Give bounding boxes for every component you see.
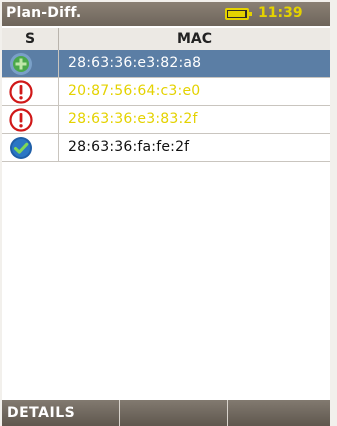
status-cell xyxy=(2,50,59,77)
softkey-3[interactable] xyxy=(228,400,330,426)
mac-address: 20:87:56:64:c3:e0 xyxy=(68,83,201,99)
plus-circle-icon xyxy=(10,53,32,75)
clock: 11:39 xyxy=(258,5,303,21)
softkey-2[interactable] xyxy=(120,400,228,426)
device-screen: Plan-Diff. 11:39 S MAC 28:63:36:e3:82:a8 xyxy=(2,2,330,426)
table-row[interactable]: 28:63:36:e3:83:2f xyxy=(2,106,330,134)
status-cell xyxy=(2,106,59,133)
details-softkey[interactable]: DETAILS xyxy=(2,400,120,426)
table-row[interactable]: 20:87:56:64:c3:e0 xyxy=(2,78,330,106)
mac-list: 28:63:36:e3:82:a8 20:87:56:64:c3:e0 28:6… xyxy=(2,50,330,162)
screen-title: Plan-Diff. xyxy=(6,5,82,21)
table-header: S MAC xyxy=(2,28,330,51)
mac-address: 28:63:36:e3:83:2f xyxy=(68,111,198,127)
status-cell xyxy=(2,78,59,105)
table-row[interactable]: 28:63:36:e3:82:a8 xyxy=(2,50,330,78)
status-cell xyxy=(2,134,59,161)
table-row[interactable]: 28:63:36:fa:fe:2f xyxy=(2,134,330,162)
column-header-status[interactable]: S xyxy=(2,28,59,50)
check-circle-icon xyxy=(10,137,32,159)
exclamation-circle-icon xyxy=(9,108,33,132)
softkey-bar: DETAILS xyxy=(2,400,330,426)
exclamation-circle-icon xyxy=(9,80,33,104)
battery-icon xyxy=(225,8,252,20)
column-header-mac[interactable]: MAC xyxy=(59,28,330,50)
mac-address: 28:63:36:e3:82:a8 xyxy=(68,55,202,71)
mac-address: 28:63:36:fa:fe:2f xyxy=(68,139,190,155)
title-bar: Plan-Diff. 11:39 xyxy=(2,2,330,26)
